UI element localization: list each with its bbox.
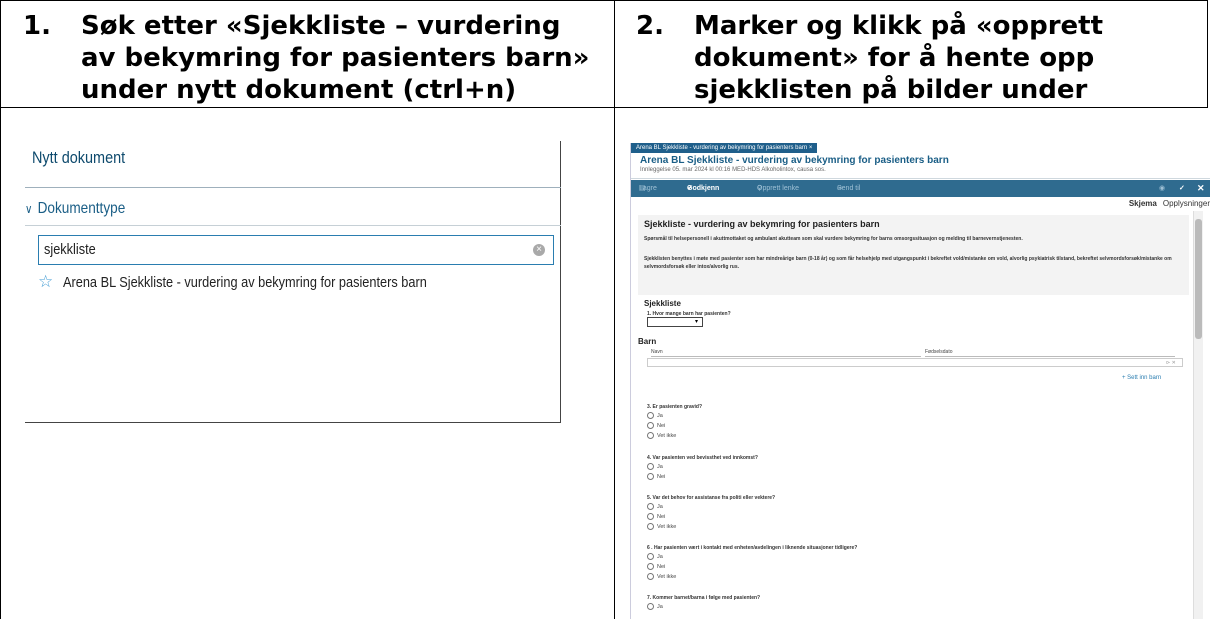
scrollbar-thumb[interactable] xyxy=(1195,219,1202,339)
q4-option-yes[interactable]: Ja xyxy=(647,463,663,470)
children-heading: Barn xyxy=(638,337,657,346)
question-4: 4. Var pasienten ved bevissthet ved innk… xyxy=(647,455,758,461)
option-label: Vet ikke xyxy=(657,523,677,530)
q6-option-yes[interactable]: Ja xyxy=(647,553,663,560)
document-type-label: Dokumenttype xyxy=(37,200,126,217)
step-1-number: 1. xyxy=(23,11,51,41)
radio-icon[interactable] xyxy=(647,573,654,580)
option-label: Ja xyxy=(657,503,663,510)
question-3: 3. Er pasienten gravid? xyxy=(647,404,703,410)
radio-icon[interactable] xyxy=(647,553,654,560)
form-body: Sjekkliste - vurdering av bekymring for … xyxy=(638,215,1189,619)
search-input-value: sjekkliste xyxy=(44,241,96,258)
child-row[interactable] xyxy=(647,358,1183,367)
q3-option-yes[interactable]: Ja xyxy=(647,412,663,419)
q5-option-yes[interactable]: Ja xyxy=(647,503,663,510)
form-header-subtitle: Innleggelse 05. mar 2024 kl 00:16 MED-HD… xyxy=(640,167,826,173)
option-label: Ja xyxy=(657,463,663,470)
q6-option-no[interactable]: Nei xyxy=(647,563,665,570)
close-icon[interactable]: ✕ xyxy=(1197,180,1205,197)
radio-icon[interactable] xyxy=(647,513,654,520)
tab-skjema[interactable]: Skjema xyxy=(1129,199,1157,208)
header-row-border xyxy=(0,107,1208,108)
new-document-panel: Nytt dokument ∨ Dokumenttype sjekkliste ×… xyxy=(25,141,561,423)
question-5: 5. Var det behov for assistanse fra poli… xyxy=(647,495,776,501)
form-header: Arena BL Sjekkliste - vurdering av bekym… xyxy=(631,153,1210,179)
new-document-title: Nytt dokument xyxy=(32,148,126,167)
option-label: Ja xyxy=(657,553,663,560)
radio-icon[interactable] xyxy=(647,523,654,530)
q5-option-no[interactable]: Nei xyxy=(647,513,665,520)
option-label: Vet ikke xyxy=(657,573,677,580)
arena-form-window: Arena BL Sjekkliste - vurdering av bekym… xyxy=(630,143,1210,619)
view-tabs: Skjema Opplysninger xyxy=(1129,197,1210,211)
q6-option-unknown[interactable]: Vet ikke xyxy=(647,573,676,580)
column-name: Navn xyxy=(651,349,663,355)
send-label: Send til xyxy=(837,185,861,192)
eye-icon[interactable]: ◉ xyxy=(1159,180,1165,197)
row-actions[interactable]: ⊳ ✕ xyxy=(1166,360,1176,366)
table-top-border xyxy=(0,0,1208,1)
question-7: 7. Kommer barnet/barna i følge med pasie… xyxy=(647,595,761,601)
step-1-text: Søk etter «Sjekkliste – vurdering av bek… xyxy=(81,11,590,105)
checklist-heading: Sjekkliste xyxy=(644,299,681,308)
radio-icon[interactable] xyxy=(647,603,654,610)
form-title: Sjekkliste - vurdering av bekymring for … xyxy=(644,219,880,229)
step-2-number: 2. xyxy=(636,11,664,41)
search-result-label: Arena BL Sjekkliste - vurdering av bekym… xyxy=(63,274,428,291)
add-child-link[interactable]: + Sett inn barn xyxy=(1122,375,1161,381)
q3-option-no[interactable]: Nei xyxy=(647,422,665,429)
q3-option-unknown[interactable]: Vet ikke xyxy=(647,432,676,439)
q4-option-no[interactable]: Nei xyxy=(647,473,665,480)
intro-text-2: Sjekklisten benyttes i møte med pasiente… xyxy=(644,256,1172,270)
chevron-down-icon: ∨ xyxy=(25,202,33,216)
radio-icon[interactable] xyxy=(647,473,654,480)
children-count-select[interactable]: ▾ xyxy=(647,317,703,327)
table-right-border xyxy=(1207,0,1208,107)
q5-option-unknown[interactable]: Vet ikke xyxy=(647,523,676,530)
document-tab[interactable]: Arena BL Sjekkliste - vurdering av bekym… xyxy=(631,143,818,153)
collapse-icon[interactable]: ✓ xyxy=(1179,180,1185,197)
form-scrollbar[interactable] xyxy=(1193,211,1203,619)
option-label: Vet ikke xyxy=(657,432,677,439)
option-label: Nei xyxy=(657,563,666,570)
table-left-border xyxy=(0,0,1,619)
tab-opplysninger[interactable]: Opplysninger xyxy=(1163,199,1210,208)
radio-icon[interactable] xyxy=(647,422,654,429)
radio-icon[interactable] xyxy=(647,503,654,510)
form-toolbar: ▤ Lagre ✔ Godkjenn ⚲ Opprett lenke ⇨ Sen… xyxy=(631,180,1210,197)
column-dob: Fødselsdato xyxy=(925,349,953,355)
option-label: Ja xyxy=(657,412,663,419)
approve-label: Godkjenn xyxy=(687,185,720,192)
step-2-heading: 2. Marker og klikk på «opprett dokument»… xyxy=(636,10,1206,106)
radio-icon[interactable] xyxy=(647,412,654,419)
radio-icon[interactable] xyxy=(647,432,654,439)
save-label: Lagre xyxy=(639,185,657,192)
option-label: Nei xyxy=(657,422,666,429)
document-search-input[interactable]: sjekkliste × xyxy=(38,235,554,265)
option-label: Ja xyxy=(657,603,663,610)
column-dob-underline xyxy=(925,356,1175,357)
star-icon[interactable]: ☆ xyxy=(38,272,53,291)
section-divider xyxy=(25,225,561,226)
title-divider xyxy=(25,187,561,188)
option-label: Nei xyxy=(657,513,666,520)
step-1-heading: 1. Søk etter «Sjekkliste – vurdering av … xyxy=(23,10,603,106)
clear-icon[interactable]: × xyxy=(533,244,545,256)
document-type-section[interactable]: ∨ Dokumenttype xyxy=(25,200,125,218)
step-2-text: Marker og klikk på «opprett dokument» fo… xyxy=(694,11,1104,105)
q7-option-yes[interactable]: Ja xyxy=(647,603,663,610)
search-result-item[interactable]: ☆ Arena BL Sjekkliste - vurdering av beky… xyxy=(38,272,491,292)
question-6: 6 . Har pasienten vært i kontakt med enh… xyxy=(647,545,858,551)
column-name-underline xyxy=(651,356,921,357)
create-link-label: Opprett lenke xyxy=(757,185,800,192)
radio-icon[interactable] xyxy=(647,463,654,470)
column-divider xyxy=(614,0,615,619)
form-header-title: Arena BL Sjekkliste - vurdering av bekym… xyxy=(640,155,949,166)
option-label: Nei xyxy=(657,473,666,480)
radio-icon[interactable] xyxy=(647,563,654,570)
intro-text-1: Spørsmål til helsepersonell i akuttmotta… xyxy=(644,236,1023,242)
